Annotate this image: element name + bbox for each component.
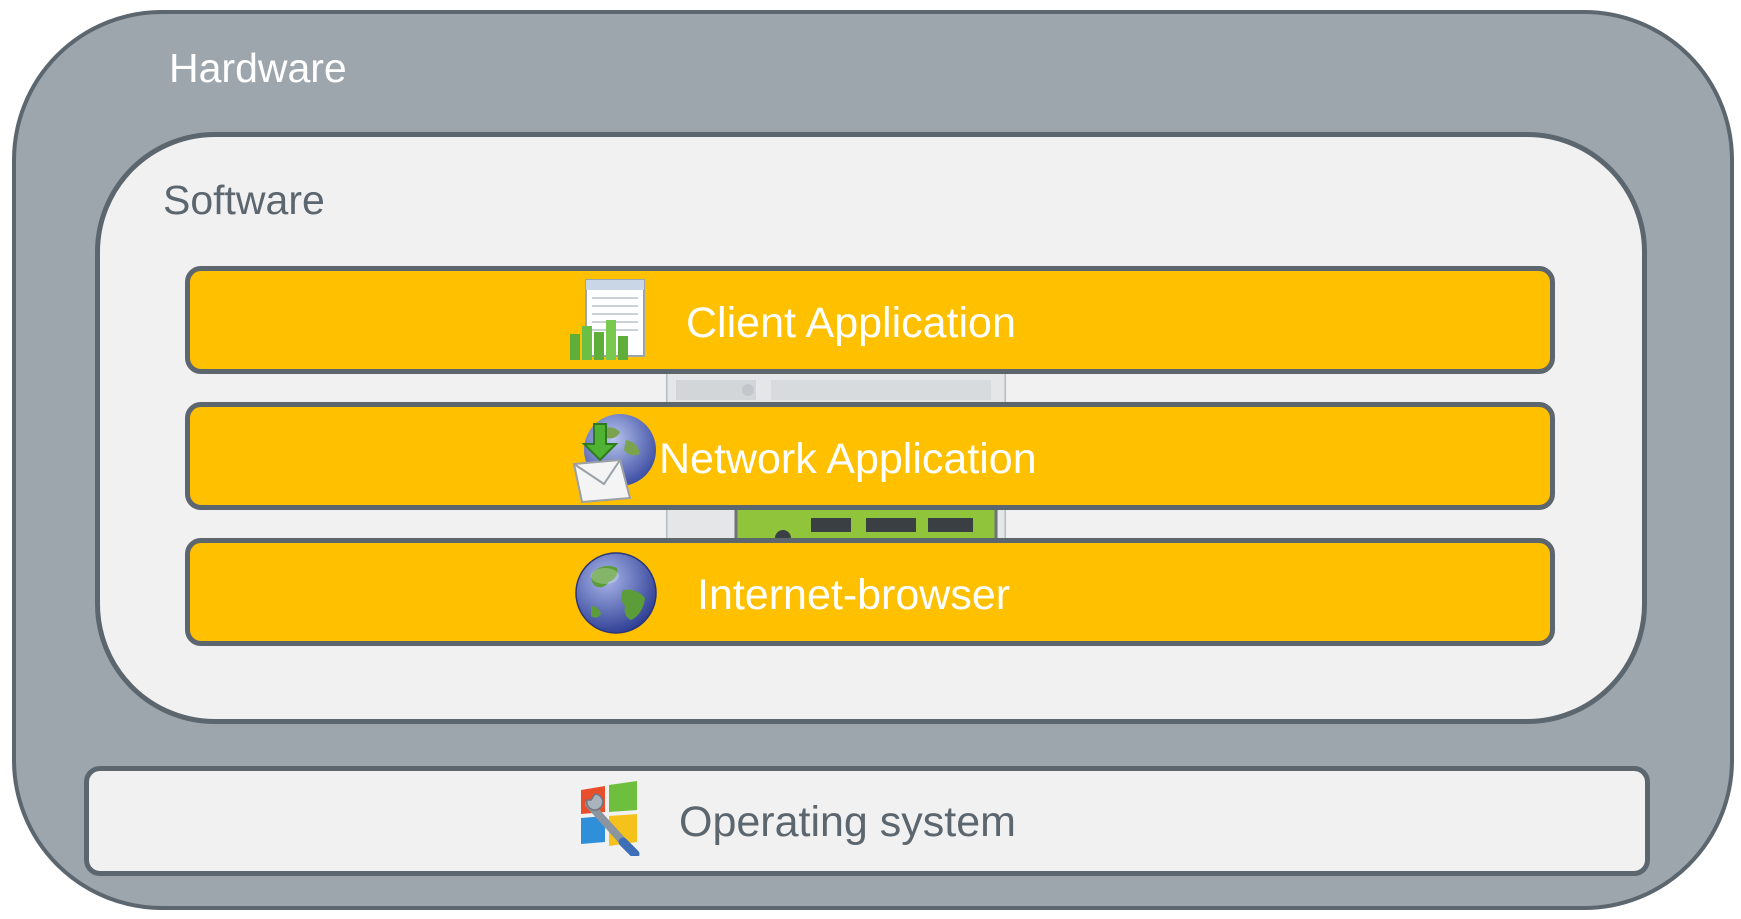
hardware-label: Hardware xyxy=(169,45,347,91)
windows-tools-icon xyxy=(581,781,640,856)
internet-browser-label: Internet-browser xyxy=(697,571,1011,619)
layer-diagram: Hardware Software Client Application Net… xyxy=(0,0,1741,919)
spreadsheet-chart-icon xyxy=(570,279,645,360)
globe-icon xyxy=(575,552,657,634)
operating-system-label: Operating system xyxy=(679,798,1016,846)
software-label: Software xyxy=(163,177,325,223)
globe-mail-download-icon xyxy=(572,414,656,504)
client-application-label: Client Application xyxy=(686,299,1016,347)
network-application-label: Network Application xyxy=(659,435,1037,483)
